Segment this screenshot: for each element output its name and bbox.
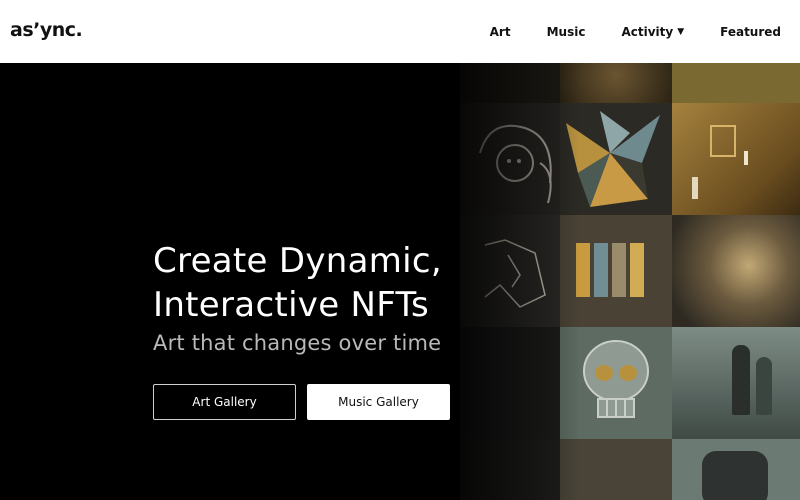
nft-tile-golden-room[interactable] [672, 103, 800, 215]
nav-activity-label: Activity [621, 24, 674, 39]
caret-down-icon: ▼ [677, 26, 685, 37]
music-gallery-button[interactable]: Music Gallery [307, 384, 450, 420]
headline-line-1: Create Dynamic, [153, 241, 443, 281]
nav-music-label: Music [546, 24, 586, 39]
site-header: as’ync. Art Music Activity ▼ Featured [0, 0, 800, 63]
nft-tile-dice[interactable] [672, 439, 800, 500]
nav-music[interactable]: Music [547, 25, 586, 39]
hero-subheadline: Art that changes over time [153, 331, 442, 355]
hero-text-block: Create Dynamic, Interactive NFTs Art tha… [153, 239, 442, 355]
nav-featured[interactable]: Featured [720, 25, 781, 39]
nav-activity-dropdown[interactable]: Activity ▼ [621, 25, 684, 39]
art-gallery-button[interactable]: Art Gallery [153, 384, 296, 420]
async-logo[interactable]: as’ync. [10, 19, 83, 41]
nav-art-label: Art [489, 24, 511, 39]
nft-tile-figures-painting[interactable] [672, 327, 800, 439]
nav-featured-label: Featured [720, 24, 781, 39]
nft-tile-top-right[interactable] [672, 63, 800, 103]
nav-art[interactable]: Art [490, 25, 511, 39]
nft-tile-smoke[interactable] [672, 215, 800, 327]
hero-headline: Create Dynamic, Interactive NFTs [153, 239, 442, 327]
main-nav: Art Music Activity ▼ Featured [490, 0, 781, 63]
headline-line-2: Interactive NFTs [153, 285, 430, 325]
hero-section: Create Dynamic, Interactive NFTs Art tha… [0, 63, 800, 500]
